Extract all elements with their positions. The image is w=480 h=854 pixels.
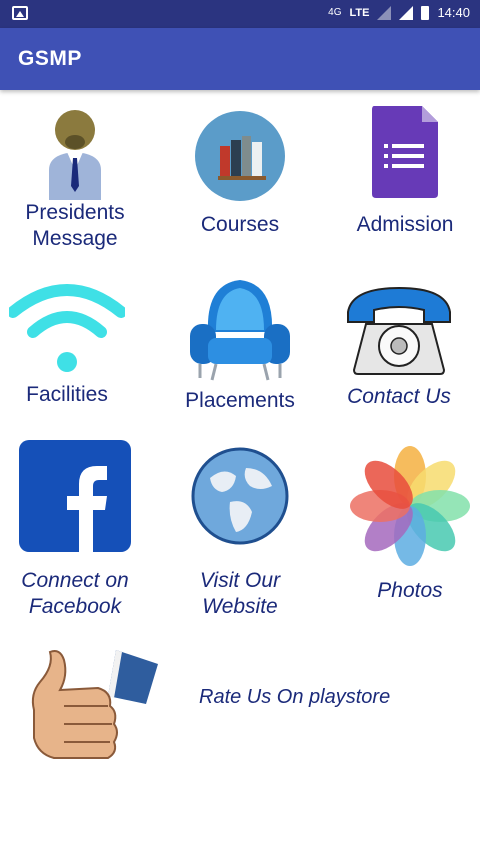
wifi-icon	[9, 284, 125, 372]
facebook-label: Connect on Facebook	[21, 569, 129, 618]
presidents-message-tile[interactable]: Presidents Message	[10, 108, 140, 252]
rate-label: Rate Us On playstore	[199, 686, 391, 708]
battery-icon	[421, 5, 430, 20]
books-icon	[195, 111, 285, 201]
placements-label: Placements	[185, 389, 295, 412]
lte-label: LTE	[349, 6, 370, 19]
status-bar: 4G LTE 14:40	[0, 0, 480, 28]
form-icon	[372, 106, 438, 198]
placements-tile[interactable]: Placements	[175, 274, 305, 414]
rate-tile[interactable]: Rate Us On playstore	[20, 646, 440, 766]
signal-icon-2	[399, 5, 414, 20]
image-notification-icon	[12, 6, 28, 20]
thumbs-up-icon	[31, 650, 158, 759]
status-icons: 4G LTE 14:40	[328, 5, 470, 20]
clock: 14:40	[437, 5, 470, 20]
armchair-icon	[190, 280, 290, 381]
courses-tile[interactable]: Courses	[175, 110, 305, 238]
photos-label: Photos	[377, 579, 443, 602]
facebook-tile[interactable]: Connect on Facebook	[10, 440, 140, 620]
network-type: 4G	[328, 7, 342, 18]
globe-icon	[191, 447, 289, 545]
photos-icon	[350, 446, 470, 566]
facilities-label: Facilities	[26, 383, 108, 406]
website-label: Visit Our Website	[199, 569, 281, 618]
signal-icon	[377, 5, 392, 20]
telephone-icon	[347, 286, 451, 375]
photos-tile[interactable]: Photos	[345, 446, 475, 604]
app-title: GSMP	[18, 47, 82, 70]
admission-label: Admission	[356, 213, 454, 236]
contact-us-tile[interactable]: Contact Us	[334, 284, 464, 410]
app-bar: GSMP	[0, 28, 480, 90]
presidents-message-icon	[49, 110, 101, 200]
presidents-message-label: Presidents Message	[25, 201, 125, 250]
facebook-icon	[19, 440, 131, 552]
contact-us-label: Contact Us	[347, 385, 451, 408]
website-tile[interactable]: Visit Our Website	[175, 446, 305, 620]
admission-tile[interactable]: Admission	[340, 106, 470, 238]
facilities-tile[interactable]: Facilities	[2, 282, 132, 408]
courses-label: Courses	[200, 213, 280, 236]
